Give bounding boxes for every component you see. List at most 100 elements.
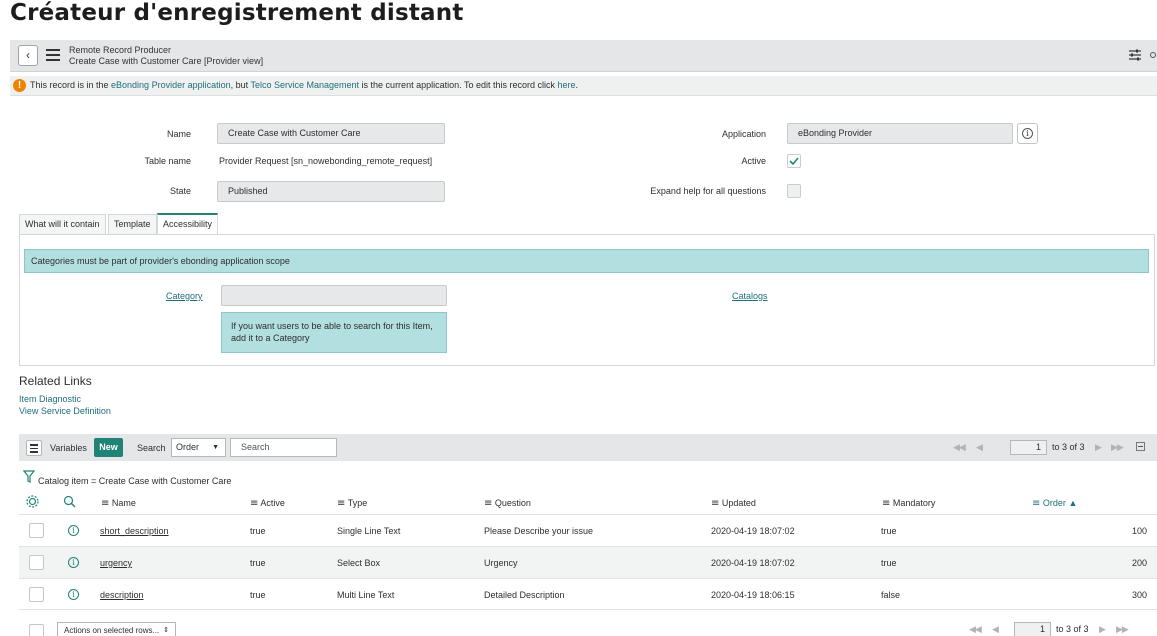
notice-here-link[interactable]: here bbox=[557, 80, 575, 90]
cell-name[interactable]: short_description bbox=[100, 526, 169, 536]
row-checkbox[interactable] bbox=[29, 587, 44, 602]
table-name-label: Table name bbox=[144, 156, 191, 166]
footer-first-page-icon[interactable]: ◀◀ bbox=[969, 624, 982, 635]
application-field[interactable]: eBonding Provider bbox=[787, 123, 1013, 144]
search-input[interactable]: Search bbox=[230, 438, 337, 457]
search-field-value: Order bbox=[176, 442, 200, 452]
dropdown-arrow-icon: ▼ bbox=[212, 444, 219, 451]
cell-updated: 2020-04-19 18:07:02 bbox=[711, 526, 795, 536]
cell-active: true bbox=[250, 590, 266, 600]
state-label: State bbox=[169, 186, 191, 196]
footer-page-total: to 3 of 3 bbox=[1056, 624, 1089, 634]
name-label: Name bbox=[166, 129, 191, 139]
footer-prev-page-icon[interactable]: ◀ bbox=[992, 624, 999, 635]
last-page-icon[interactable]: ▶▶ bbox=[1111, 442, 1124, 453]
tab-what-will-it-contain[interactable]: What will it contain bbox=[19, 214, 106, 234]
cell-type: Select Box bbox=[337, 558, 381, 568]
gear-icon[interactable] bbox=[26, 495, 39, 508]
expand-help-checkbox[interactable] bbox=[787, 184, 801, 198]
notice-app-link[interactable]: eBonding Provider application bbox=[111, 80, 231, 90]
form-header: ‹ Remote Record Producer Create Case wit… bbox=[10, 40, 1157, 72]
sliders-icon[interactable] bbox=[1128, 48, 1142, 62]
page-total: to 3 of 3 bbox=[1052, 442, 1085, 452]
cell-updated: 2020-04-19 18:07:02 bbox=[711, 558, 795, 568]
footer-last-page-icon[interactable]: ▶▶ bbox=[1116, 624, 1129, 635]
cell-name[interactable]: description bbox=[100, 590, 144, 600]
filter-breadcrumb[interactable]: Catalog item = Create Case with Customer… bbox=[38, 476, 231, 486]
more-icon[interactable] bbox=[1150, 52, 1156, 58]
tab-accessibility[interactable]: Accessibility bbox=[157, 213, 219, 234]
item-diagnostic-link[interactable]: Item Diagnostic bbox=[19, 394, 81, 404]
tip-line-1: If you want users to be able to search f… bbox=[231, 321, 433, 331]
select-all-checkbox[interactable] bbox=[29, 624, 44, 636]
name-field[interactable]: Create Case with Customer Care bbox=[217, 123, 445, 144]
cell-order: 200 bbox=[1131, 558, 1147, 568]
tip-line-2: add it to a Category bbox=[231, 333, 310, 343]
collapse-icon[interactable] bbox=[1136, 442, 1145, 451]
row-checkbox[interactable] bbox=[29, 555, 44, 570]
column-header-updated[interactable]: ≡ Updated bbox=[711, 498, 756, 509]
row-info-icon[interactable]: i bbox=[68, 525, 79, 536]
first-page-icon[interactable]: ◀◀ bbox=[953, 442, 966, 453]
row-info-icon[interactable]: i bbox=[68, 557, 79, 568]
row-checkbox[interactable] bbox=[29, 523, 44, 538]
filter-icon[interactable] bbox=[23, 470, 35, 483]
column-header-type[interactable]: ≡ Type bbox=[337, 498, 367, 509]
record-type: Remote Record Producer bbox=[69, 45, 172, 55]
column-header-question[interactable]: ≡ Question bbox=[484, 498, 531, 509]
catalogs-label-link[interactable]: Catalogs bbox=[732, 291, 768, 301]
variables-list-header: Variables New Search Order ▼ Search ◀◀ ◀… bbox=[19, 434, 1157, 461]
search-label: Search bbox=[137, 443, 166, 453]
footer-page-input[interactable]: 1 bbox=[1014, 622, 1051, 636]
cell-question: Please Describe your issue bbox=[484, 526, 594, 536]
cell-mandatory: false bbox=[881, 590, 901, 600]
page-heading: Créateur d'enregistrement distant bbox=[10, 0, 464, 26]
record-title: Create Case with Customer Care [Provider… bbox=[69, 56, 264, 66]
search-icon[interactable] bbox=[63, 495, 76, 508]
category-field[interactable] bbox=[221, 285, 447, 306]
table-row: i description true Multi Line Text Detai… bbox=[19, 578, 1157, 610]
cell-question: Detailed Description bbox=[484, 590, 565, 600]
warning-icon: ! bbox=[13, 79, 26, 92]
column-header-order[interactable]: ≡ Order ▲ bbox=[1032, 498, 1077, 509]
cell-active: true bbox=[250, 558, 266, 568]
active-checkbox[interactable] bbox=[787, 154, 801, 168]
new-button[interactable]: New bbox=[94, 438, 123, 457]
back-button[interactable]: ‹ bbox=[18, 45, 38, 66]
footer-next-page-icon[interactable]: ▶ bbox=[1099, 624, 1106, 635]
search-field-select[interactable]: Order ▼ bbox=[171, 438, 226, 457]
cell-order: 300 bbox=[1131, 590, 1147, 600]
related-links-title: Related Links bbox=[19, 374, 92, 388]
info-icon: i bbox=[1022, 128, 1033, 139]
application-info-button[interactable]: i bbox=[1017, 123, 1038, 144]
page-input[interactable]: 1 bbox=[1010, 440, 1047, 455]
category-label-link[interactable]: Category bbox=[166, 291, 203, 301]
actions-label: Actions on selected rows... bbox=[64, 626, 160, 635]
list-menu-icon[interactable] bbox=[26, 440, 42, 456]
updown-arrow-icon: ⇕ bbox=[163, 627, 169, 634]
cell-question: Urgency bbox=[484, 558, 518, 568]
sort-ascending-icon: ▲ bbox=[1068, 498, 1078, 508]
notice-current-app-link[interactable]: Telco Service Management bbox=[250, 80, 359, 90]
notice-text: This record is in the eBonding Provider … bbox=[30, 80, 579, 90]
column-header-name[interactable]: ≡ Name bbox=[101, 498, 136, 509]
view-service-definition-link[interactable]: View Service Definition bbox=[19, 406, 111, 416]
column-header-mandatory[interactable]: ≡ Mandatory bbox=[882, 498, 935, 509]
column-header-active[interactable]: ≡ Active bbox=[250, 498, 285, 509]
state-field[interactable]: Published bbox=[217, 181, 445, 202]
scope-banner: Categories must be part of provider's eb… bbox=[24, 249, 1149, 273]
cell-type: Single Line Text bbox=[337, 526, 401, 536]
next-page-icon[interactable]: ▶ bbox=[1095, 442, 1102, 453]
cell-active: true bbox=[250, 526, 266, 536]
actions-select[interactable]: Actions on selected rows... ⇕ bbox=[57, 622, 176, 636]
chevron-left-icon: ‹ bbox=[26, 48, 30, 62]
active-label: Active bbox=[741, 156, 766, 166]
list-title: Variables bbox=[50, 443, 87, 453]
cell-name[interactable]: urgency bbox=[100, 558, 132, 568]
row-info-icon[interactable]: i bbox=[68, 589, 79, 600]
tab-template[interactable]: Template bbox=[108, 214, 157, 234]
expand-help-label: Expand help for all questions bbox=[650, 186, 766, 196]
prev-page-icon[interactable]: ◀ bbox=[976, 442, 983, 453]
form-menu-icon[interactable] bbox=[46, 49, 60, 61]
check-icon bbox=[789, 157, 799, 166]
